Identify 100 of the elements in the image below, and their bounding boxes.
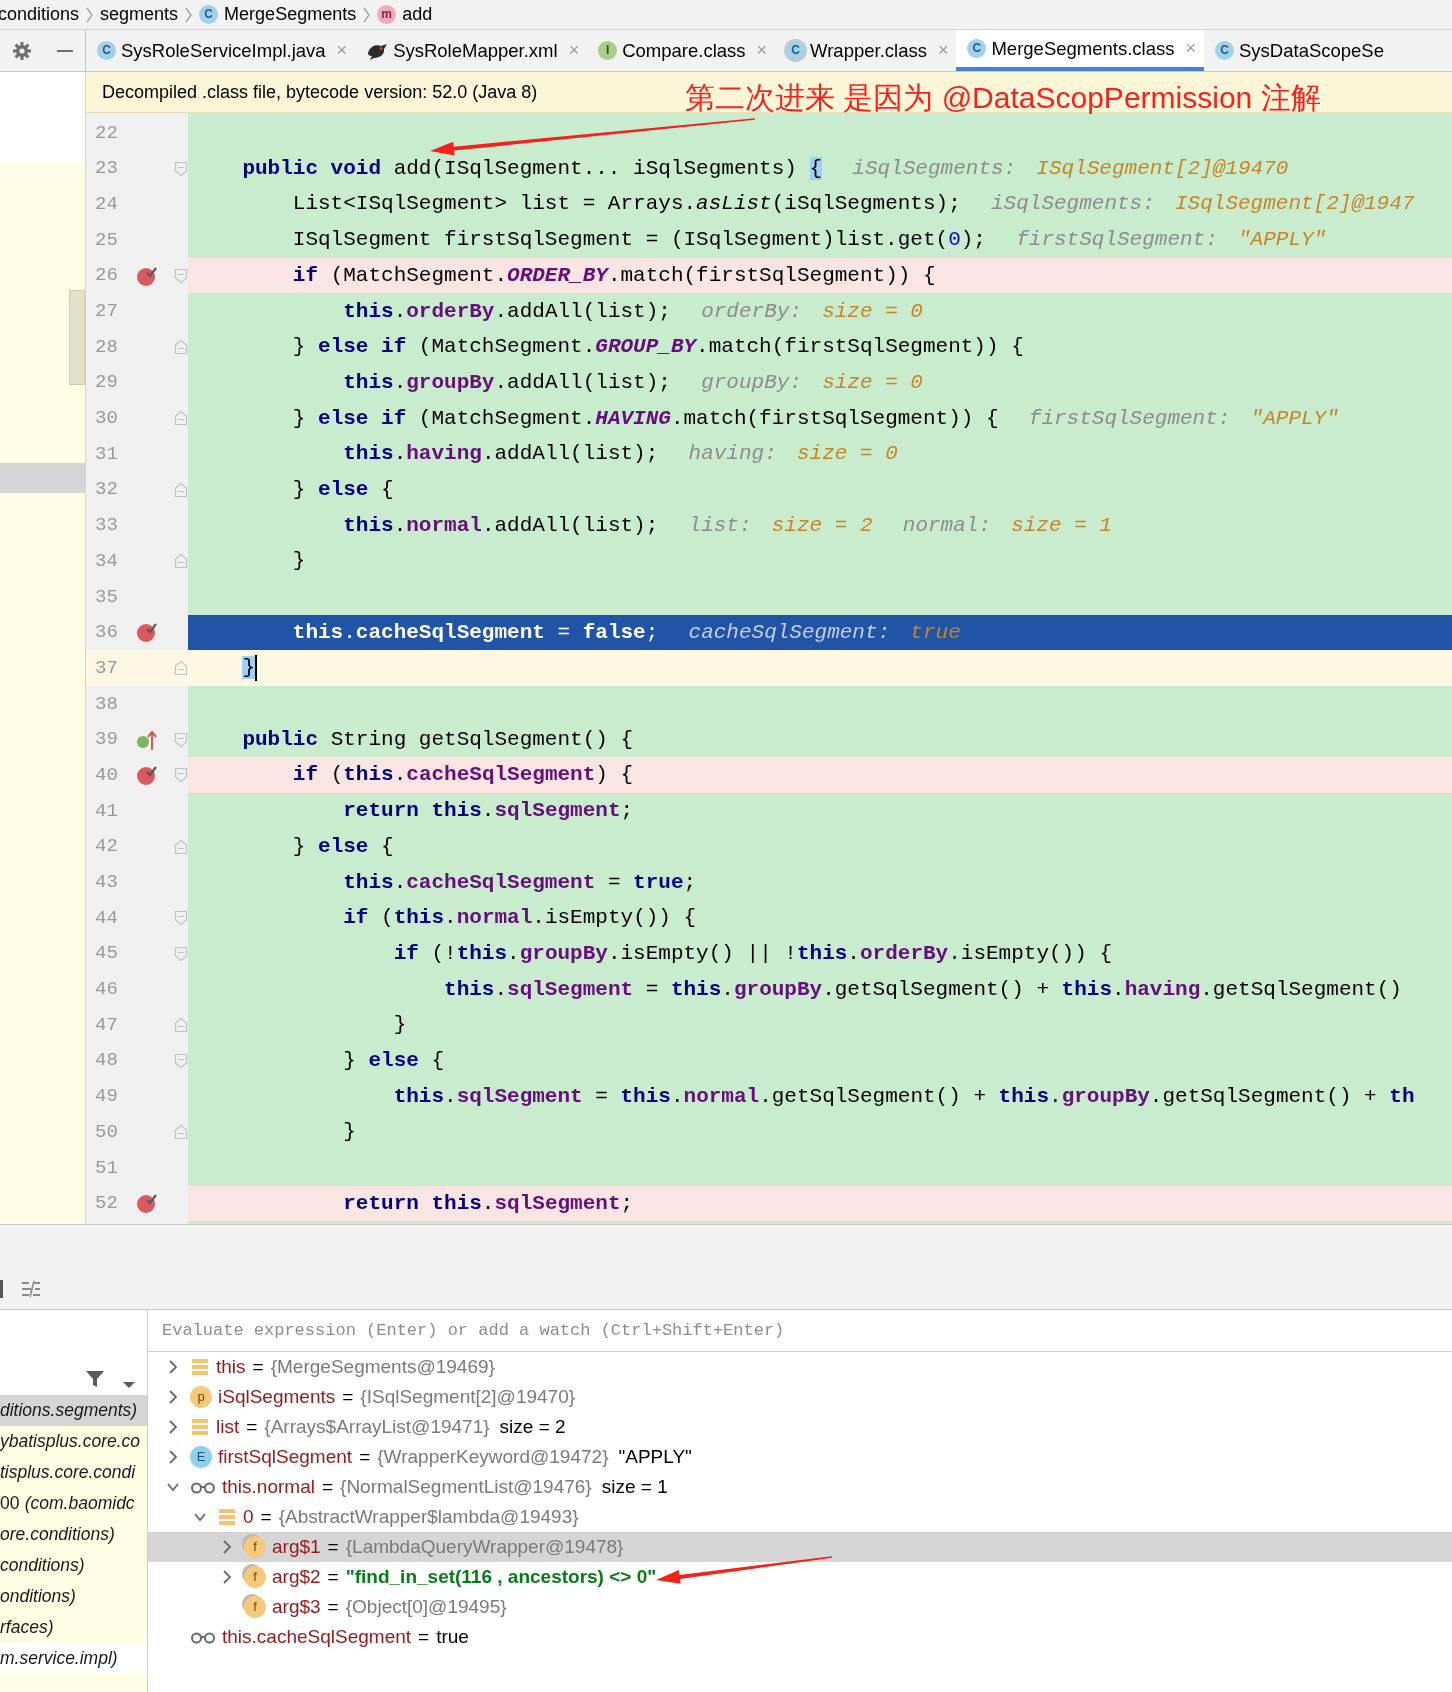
chevron-icon [362,5,372,24]
line-number: 36 [94,620,119,646]
line-number: 42 [94,834,119,860]
code-line: this.sqlSegment = this.normal.getSqlSegment() + this.groupBy.getSqlSegment() + th [392,1083,1415,1110]
breakpoint-icon[interactable] [136,764,158,787]
line-number: 50 [94,1119,119,1145]
class-icon: C [97,41,116,60]
abstract-class-icon: C [786,41,806,60]
line-number: 26 [94,263,119,289]
variable-row[interactable]: this.cacheSqlSegment = true [148,1622,1452,1652]
stack-frame[interactable]: ditions.segments) [0,1395,147,1426]
variable-row[interactable]: f arg$1 = {LambdaQueryWrapper@19478} [148,1532,1452,1562]
method-icon: m [377,5,397,24]
editor-tab[interactable]: I Compare.class × [587,30,776,71]
line-number: 33 [94,513,119,539]
filter-icon[interactable] [85,1369,105,1389]
line-number: 22 [94,120,119,146]
breadcrumb-item[interactable]: segments [100,1,179,28]
line-number: 35 [94,584,119,610]
line-number: 23 [94,156,119,182]
variable-row[interactable]: this.normal = {NormalSegmentList@19476} size = 1 [148,1472,1452,1502]
code-line: } else if (MatchSegment.GROUP_BY.match(firstSqlSegment)) { [291,334,1024,361]
line-number: 28 [94,334,119,360]
class-icon: C [1215,41,1234,60]
code-line: } else { [291,476,394,503]
line-number: 49 [94,1084,119,1110]
fold-icon[interactable] [174,1017,188,1034]
code-line: this.cacheSqlSegment = true; [342,869,697,896]
code-line: } else { [342,1047,445,1074]
line-number: 29 [94,370,119,396]
code-line: } [342,1119,356,1146]
breadcrumb-item[interactable]: MergeSegments [224,1,357,28]
fold-icon[interactable] [174,410,188,427]
fold-icon[interactable] [174,909,188,926]
fold-icon[interactable] [174,338,188,355]
line-number: 52 [94,1191,119,1217]
fold-icon[interactable] [174,1052,188,1069]
fold-icon[interactable] [174,160,188,177]
code-line: this.cacheSqlSegment = false; [291,619,659,646]
inline-hint: iSqlSegments: ISqlSegment[2]@1947 [991,191,1415,218]
fold-icon[interactable] [174,767,188,784]
code-line: return this.sqlSegment; [342,798,634,825]
code-line: List<ISqlSegment> list = Arrays.asList(iSqlSegments); [291,191,961,218]
fold-icon[interactable] [174,481,188,498]
code-line: this.having.addAll(list); [342,441,659,468]
dropdown-caret-icon[interactable] [123,1381,135,1389]
inline-hint: firstSqlSegment: "APPLY" [1016,227,1327,254]
breakpoint-icon[interactable] [136,621,158,644]
line-number: 24 [94,191,119,217]
code-line: public void add(ISqlSegment... iSqlSegments) { [241,155,823,182]
inline-hint: cacheSqlSegment: true [688,619,961,646]
inline-hint: normal: size = 1 [902,512,1112,539]
fold-icon[interactable] [174,838,188,855]
fold-icon[interactable] [174,945,188,962]
breadcrumb-item[interactable]: add [402,1,433,28]
fold-icon[interactable] [174,267,188,284]
line-number: 25 [94,227,119,253]
variable-row[interactable]: this = {MergeSegments@19469} [148,1352,1452,1382]
line-number: 43 [94,870,119,896]
fold-icon[interactable] [174,553,188,570]
line-number: 31 [94,441,119,467]
editor-tab[interactable]: C SysRoleServiceImpl.java × [86,30,356,71]
editor-tab[interactable]: C Wrapper.class × [775,30,957,71]
editor-tab[interactable]: SysRoleMapper.xml × [355,30,588,71]
code-line: return this.sqlSegment; [342,1190,634,1217]
list-settings-icon[interactable] [21,1280,41,1298]
code-line: if (this.normal.isEmpty()) { [342,905,697,932]
line-number: 41 [94,798,119,824]
code-line: public String getSqlSegment() { [241,726,634,753]
variable-row[interactable]: 0 = {AbstractWrapper$lambda@19493} [148,1502,1452,1532]
variable-row[interactable]: E firstSqlSegment = {WrapperKeyword@19472} "APPLY" [148,1442,1452,1472]
variable-row[interactable]: f arg$3 = {Object[0]@19495} [148,1592,1452,1622]
variable-row[interactable]: list = {Arrays$ArrayList@19471} size = 2 [148,1412,1452,1442]
class-icon: C [967,39,987,58]
code-line: } [392,1012,407,1039]
settings-icon[interactable] [12,40,33,61]
code-line: } else if (MatchSegment.HAVING.match(firstSqlSegment)) { [291,405,999,432]
line-number: 30 [94,406,119,432]
variable-row[interactable]: f arg$2 = "find_in_set(116 , ancestors) <> 0" [148,1562,1452,1592]
fold-icon[interactable] [174,1124,188,1141]
code-line: } else { [291,833,394,860]
override-icon[interactable] [136,728,158,751]
breakpoint-icon[interactable] [136,1192,158,1215]
scrollbar-thumb[interactable] [69,290,85,385]
field-icon: f [244,1596,266,1618]
inline-hint: groupBy: size = 0 [701,369,923,396]
line-number: 40 [94,762,119,788]
variable-row[interactable]: p iSqlSegments = {ISqlSegment[2]@19470} [148,1382,1452,1412]
line-number: 47 [94,1012,119,1038]
field-icon: f [244,1566,266,1588]
field-icon: f [244,1536,266,1558]
fields-icon [190,1357,210,1377]
stack-frame[interactable]: m.service.impl) [0,1643,147,1674]
line-number: 51 [94,1155,119,1181]
editor-tab[interactable]: C SysDataScopeSe [1204,30,1392,71]
editor-tab[interactable]: C MergeSegments.class × [956,30,1204,71]
line-number: 37 [94,655,119,681]
fold-icon[interactable] [174,731,188,748]
annotation-note: 第二次进来 是因为 @DataScopPermission 注解 [685,80,1321,116]
fold-icon[interactable] [174,660,188,677]
